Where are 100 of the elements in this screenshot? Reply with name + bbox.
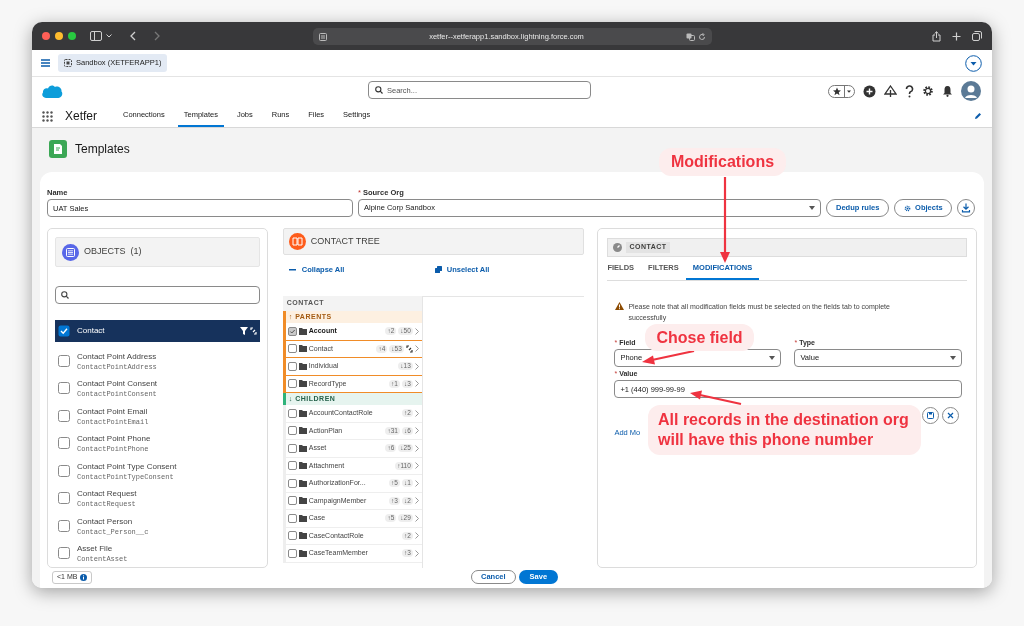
annotation-callout: All records in the destination org will have this phone number [648,405,921,455]
search-icon [375,86,383,94]
notifications-icon[interactable] [942,85,953,97]
checkbox[interactable] [58,519,70,532]
template-icon [49,140,67,158]
chevron-right-icon[interactable] [414,479,419,487]
chevron-right-icon[interactable] [414,549,419,557]
chevron-right-icon[interactable] [414,427,419,435]
warning-icon [615,302,625,310]
dropdown-icon[interactable] [965,54,982,72]
minus-icon [288,268,296,271]
chevron-right-icon[interactable] [414,327,419,335]
filter-icon[interactable] [239,327,248,335]
object-label: Contact Point Email [77,405,149,418]
sandbox-icon [64,59,72,67]
link-icon[interactable] [405,344,413,353]
info-icon [80,573,88,581]
back-icon[interactable] [130,31,136,41]
help-icon[interactable] [905,84,914,98]
checkbox[interactable] [58,492,70,505]
checkbox[interactable] [287,408,297,418]
cloud-logo-icon [41,83,63,99]
object-list-item[interactable]: Contact [55,320,260,342]
download-icon[interactable] [957,199,976,217]
object-label: Contact Point Address [77,350,158,363]
new-tab-icon[interactable] [952,31,961,41]
annotation-callout: Modifications [659,148,786,176]
object-label: Contact [77,325,106,337]
checkbox[interactable] [58,547,70,560]
checkbox[interactable] [58,325,70,337]
checkbox[interactable] [287,461,297,471]
page-icon [319,32,327,41]
annotation-arrow [642,349,695,365]
object-label: Contact Person [77,515,134,528]
forward-icon[interactable] [154,31,160,41]
settings-icon[interactable] [922,85,934,97]
book-icon [288,233,306,250]
chevron-right-icon[interactable] [414,514,419,522]
caret-icon [769,356,776,360]
translate-icon[interactable] [686,32,695,41]
caret-icon [950,356,957,360]
checkbox[interactable] [58,354,70,367]
page-title: Templates [75,141,130,158]
checkbox[interactable] [287,361,297,371]
tree-icon[interactable] [884,84,897,98]
close-icon[interactable] [942,407,959,424]
chevron-right-icon[interactable] [414,497,419,505]
checkbox[interactable] [58,409,70,422]
add-icon[interactable] [863,84,876,98]
object-label: Contact Point Consent [77,378,159,391]
chevron-right-icon[interactable] [414,532,419,540]
object-label: Asset File [77,543,114,556]
chevron-down-icon[interactable] [106,34,112,38]
checkbox[interactable] [287,326,297,336]
reload-icon[interactable] [698,32,706,41]
edit-icon[interactable] [974,112,982,120]
checkbox[interactable] [287,496,297,506]
search-icon [61,291,69,299]
checkbox[interactable] [287,344,297,354]
folder-icon [298,380,307,388]
app-launcher-icon[interactable] [42,110,53,122]
checkbox[interactable] [287,531,297,541]
window-controls-icon[interactable] [42,32,76,40]
checkbox[interactable] [287,379,297,389]
avatar[interactable] [961,81,981,101]
tabs-overview-icon[interactable] [972,31,982,41]
sidebar-icon[interactable] [90,31,102,41]
checkbox[interactable] [287,426,297,436]
chevron-right-icon[interactable] [414,409,419,417]
object-label: Contact Point Phone [77,433,152,446]
object-count: (1) [130,245,142,259]
favorites-icon[interactable] [828,84,855,98]
chevron-right-icon[interactable] [414,380,419,388]
save-icon[interactable] [922,407,939,424]
panel-title: CONTACT TREE [310,234,380,248]
object-search-field[interactable] [55,286,260,304]
share-icon[interactable] [932,30,941,42]
chevron-right-icon[interactable] [414,444,419,452]
checkbox[interactable] [287,478,297,488]
folder-icon [298,409,307,417]
menu-icon[interactable] [41,59,50,67]
annotation-callout: Chose field [645,324,754,351]
app-name: Xetfer [65,108,97,125]
object-label: Contact Request [77,488,138,501]
folder-icon [298,327,307,335]
checkbox[interactable] [287,513,297,523]
caret-icon [809,206,815,210]
settings-icon [904,204,912,212]
annotation-arrow [690,390,742,406]
checkbox[interactable] [287,548,297,558]
gauge-icon [613,243,623,252]
chevron-right-icon[interactable] [414,462,419,470]
chevron-right-icon[interactable] [414,362,419,370]
checkbox[interactable] [58,464,70,477]
object-label: Contact Point Type Consent [77,460,178,473]
copy-icon [434,266,442,273]
checkbox[interactable] [287,443,297,453]
checkbox[interactable] [58,382,70,395]
checkbox[interactable] [58,437,70,450]
list-icon [62,243,79,261]
